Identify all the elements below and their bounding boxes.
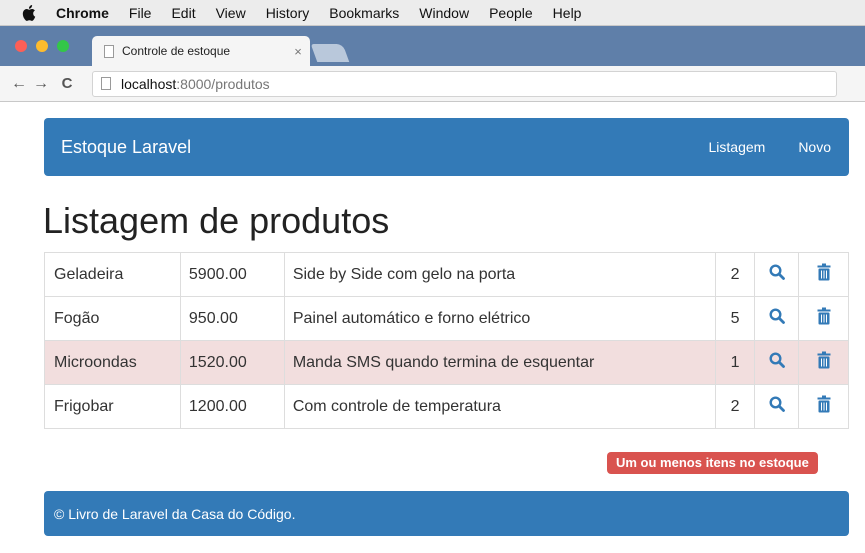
- url-path: :8000/produtos: [176, 75, 270, 92]
- product-name: Geladeira: [44, 252, 181, 297]
- product-quantity: 2: [715, 384, 756, 429]
- product-name: Frigobar: [44, 384, 181, 429]
- navbar-brand[interactable]: Estoque Laravel: [61, 137, 191, 158]
- product-row: Microondas 1520.00 Manda SMS quando termin…: [44, 340, 849, 385]
- view-cell: [754, 252, 800, 297]
- product-quantity: 1: [715, 340, 756, 385]
- forward-arrow-icon[interactable]: →: [30, 75, 52, 93]
- url-host: localhost: [121, 75, 177, 92]
- menu-app-chrome[interactable]: Chrome: [56, 5, 109, 21]
- product-row: Frigobar 1200.00 Com controle de temperatu…: [44, 384, 849, 429]
- product-price: 1520.00: [179, 340, 285, 385]
- nav-link-novo[interactable]: Novo: [798, 139, 831, 155]
- trash-icon[interactable]: [817, 307, 831, 330]
- product-row: Fogão 950.00 Painel automático e forno elé…: [44, 296, 849, 341]
- search-icon[interactable]: [769, 264, 785, 285]
- browser-tab-strip: Controle de estoque ×: [0, 26, 865, 66]
- delete-cell: [798, 340, 849, 385]
- delete-cell: [798, 252, 849, 297]
- product-price: 1200.00: [179, 384, 285, 429]
- page-icon: [101, 77, 111, 90]
- search-icon[interactable]: [769, 308, 785, 329]
- page-content: Estoque Laravel Listagem Novo Listagem d…: [0, 103, 865, 553]
- products-table: Geladeira 5900.00 Side by Side com gelo na…: [44, 252, 849, 429]
- trash-icon[interactable]: [817, 351, 831, 374]
- trash-icon[interactable]: [817, 395, 831, 418]
- macos-menu-bar: Chrome File Edit View History Bookmarks …: [0, 0, 865, 26]
- menu-bookmarks[interactable]: Bookmarks: [329, 5, 399, 21]
- tab-title: Controle de estoque: [122, 44, 231, 58]
- browser-toolbar: ← → C localhost:8000/produtos: [0, 66, 865, 102]
- tab-page-icon: [104, 44, 114, 58]
- top-navbar: Estoque Laravel Listagem Novo: [44, 118, 849, 176]
- product-quantity: 2: [715, 252, 756, 297]
- menu-window[interactable]: Window: [419, 5, 469, 21]
- browser-tab-active[interactable]: Controle de estoque ×: [92, 36, 310, 66]
- reload-icon[interactable]: C: [56, 75, 78, 92]
- product-description: Side by Side com gelo na porta: [283, 252, 717, 297]
- view-cell: [754, 296, 800, 341]
- close-window-button[interactable]: [15, 40, 27, 52]
- menu-people[interactable]: People: [489, 5, 533, 21]
- delete-cell: [798, 384, 849, 429]
- zoom-window-button[interactable]: [57, 40, 69, 52]
- product-name: Microondas: [44, 340, 181, 385]
- product-quantity: 5: [715, 296, 756, 341]
- trash-icon[interactable]: [817, 263, 831, 286]
- menu-help[interactable]: Help: [553, 5, 582, 21]
- new-tab-button[interactable]: [310, 44, 350, 62]
- product-description: Manda SMS quando termina de esquentar: [283, 340, 717, 385]
- view-cell: [754, 340, 800, 385]
- apple-icon[interactable]: [22, 4, 40, 21]
- product-price: 950.00: [179, 296, 285, 341]
- view-cell: [754, 384, 800, 429]
- search-icon[interactable]: [769, 396, 785, 417]
- menu-history[interactable]: History: [266, 5, 310, 21]
- minimize-window-button[interactable]: [36, 40, 48, 52]
- product-row: Geladeira 5900.00 Side by Side com gelo na…: [44, 252, 849, 297]
- nav-link-listagem[interactable]: Listagem: [709, 139, 766, 155]
- page-title: Listagem de produtos: [43, 200, 390, 241]
- search-icon[interactable]: [769, 352, 785, 373]
- menu-view[interactable]: View: [216, 5, 246, 21]
- tab-close-icon[interactable]: ×: [286, 44, 310, 59]
- page-footer: © Livro de Laravel da Casa do Código.: [44, 491, 849, 536]
- menu-edit[interactable]: Edit: [171, 5, 195, 21]
- product-description: Com controle de temperatura: [283, 384, 717, 429]
- menu-file[interactable]: File: [129, 5, 152, 21]
- product-name: Fogão: [44, 296, 181, 341]
- low-stock-legend-badge: Um ou menos itens no estoque: [607, 452, 818, 474]
- back-arrow-icon[interactable]: ←: [8, 75, 30, 93]
- address-bar[interactable]: localhost:8000/produtos: [92, 70, 837, 97]
- product-description: Painel automático e forno elétrico: [283, 296, 717, 341]
- product-price: 5900.00: [179, 252, 285, 297]
- delete-cell: [798, 296, 849, 341]
